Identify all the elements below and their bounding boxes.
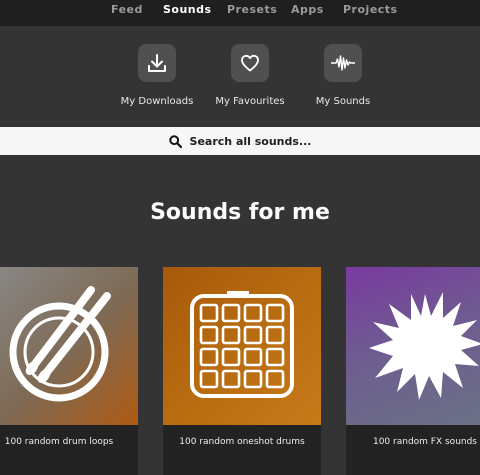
shortcut-label: My Sounds [315,96,371,107]
section-title: Sounds for me [150,200,330,225]
tab-apps[interactable]: Apps [291,3,324,16]
top-nav: Feed Sounds Presets Apps Projects [0,0,480,26]
search-icon [168,134,182,148]
card-artwork[interactable] [0,267,138,425]
card-drum-loops[interactable]: 100 random drum loops [0,267,138,475]
drum-pad-icon [190,291,294,398]
waveform-icon [331,55,355,71]
download-icon-tile[interactable] [138,44,176,82]
card-oneshot-drums[interactable]: 100 random oneshot drums [163,267,321,475]
heart-icon-tile[interactable] [231,44,269,82]
my-sounds-shortcut[interactable]: My Sounds [303,44,383,107]
card-caption: 100 random oneshot drums [163,425,321,475]
download-icon [148,54,166,72]
waveform-icon-tile[interactable] [324,44,362,82]
card-fx-sounds[interactable]: 100 random FX sounds [346,267,480,475]
card-artwork[interactable] [346,267,480,425]
fx-splash-icon [369,292,480,400]
tab-projects[interactable]: Projects [343,3,398,16]
tab-feed[interactable]: Feed [111,3,143,16]
card-caption: 100 random FX sounds [346,425,480,475]
shortcut-label: My Favourites [215,96,285,107]
search-bar[interactable]: Search all sounds... [0,127,480,155]
drumsticks-icon [9,286,111,402]
card-caption: 100 random drum loops [0,425,138,475]
tab-presets[interactable]: Presets [227,3,277,16]
tab-sounds[interactable]: Sounds [163,3,212,16]
heart-icon [241,54,259,72]
my-downloads-shortcut[interactable]: My Downloads [117,44,197,107]
card-artwork[interactable] [163,267,321,425]
shortcut-label: My Downloads [120,96,194,107]
search-placeholder: Search all sounds... [189,134,312,148]
my-favourites-shortcut[interactable]: My Favourites [210,44,290,107]
